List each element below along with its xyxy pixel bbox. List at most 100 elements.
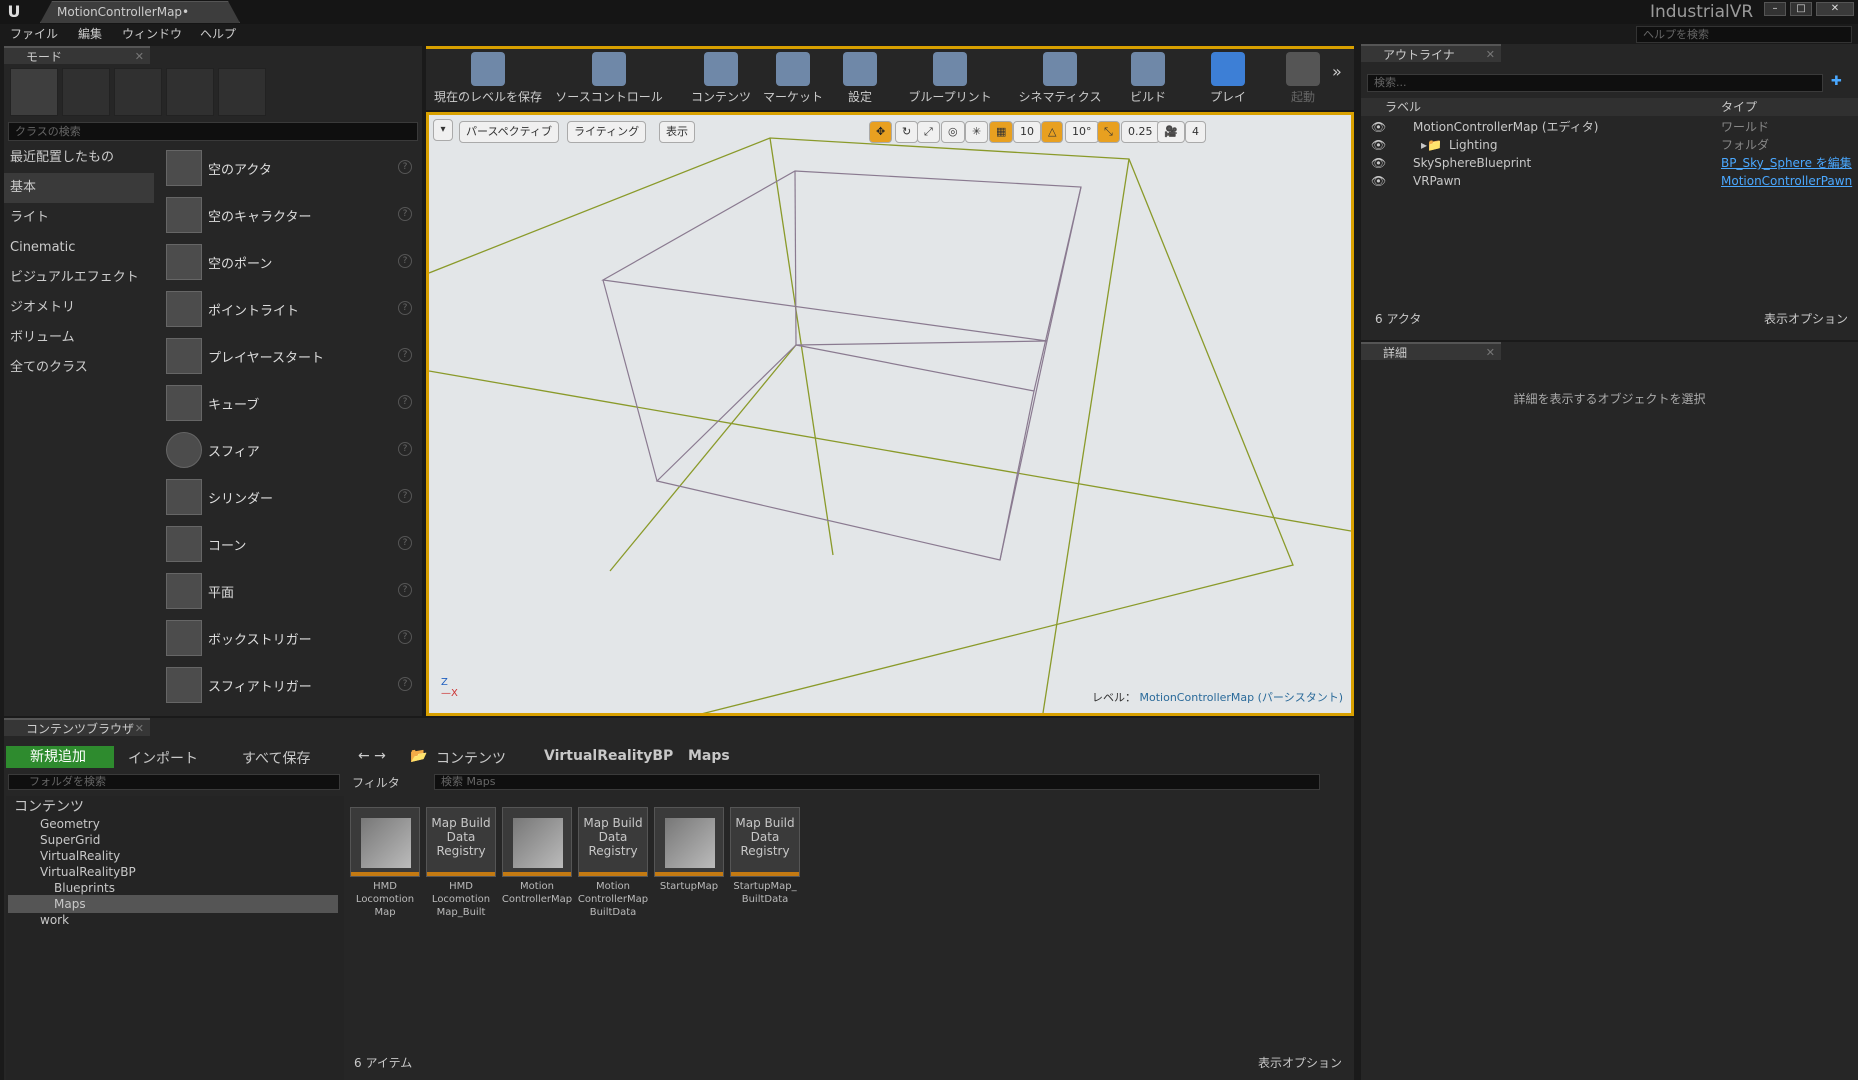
nav-back-forward-icon[interactable]: ← → <box>358 748 386 764</box>
actor-item[interactable]: スフィア? <box>162 428 418 474</box>
actor-item[interactable]: 平面? <box>162 569 418 615</box>
import-button[interactable]: インポート <box>128 748 198 768</box>
surface-snap-icon[interactable]: ✳ <box>965 121 989 143</box>
edit-blueprint-link[interactable]: BP_Sky_Sphere を編集 <box>1721 154 1852 172</box>
filter-button[interactable]: フィルタ <box>352 774 400 791</box>
minimize-icon[interactable]: – <box>1764 2 1786 16</box>
lighting-button[interactable]: ライティング <box>567 121 647 143</box>
help-icon[interactable]: ? <box>398 630 412 644</box>
content-button[interactable]: コンテンツ <box>686 46 756 108</box>
category-lights[interactable]: ライト <box>4 203 154 233</box>
close-tab-icon[interactable]: ✕ <box>1486 344 1495 362</box>
camera-speed-icon[interactable]: 🎥 <box>1157 121 1185 143</box>
tree-item[interactable]: work <box>40 911 69 929</box>
column-type[interactable]: タイプ <box>1721 98 1757 116</box>
actor-item[interactable]: 空のポーン? <box>162 240 418 286</box>
scale-snap-icon[interactable]: ⤡ <box>1097 121 1120 143</box>
help-icon[interactable]: ? <box>398 254 412 268</box>
tree-root[interactable]: コンテンツ <box>14 798 84 816</box>
asset-thumbnail[interactable] <box>654 807 724 877</box>
outliner-search-input[interactable]: 検索... <box>1367 74 1823 92</box>
add-filter-icon[interactable]: ✚ <box>1831 74 1842 89</box>
asset-search-input[interactable]: 検索 Maps <box>434 774 1320 790</box>
category-basic[interactable]: 基本 <box>4 173 154 203</box>
actor-item[interactable]: コーン? <box>162 522 418 568</box>
category-recent[interactable]: 最近配置したもの <box>4 143 154 173</box>
scale-tool-icon[interactable]: ⤢ <box>917 121 940 143</box>
viewport-options-dropdown[interactable]: ▾ <box>433 119 453 141</box>
help-icon[interactable]: ? <box>398 489 412 503</box>
settings-button[interactable]: 設定 <box>834 46 886 108</box>
foliage-mode-icon[interactable] <box>166 68 214 116</box>
pawn-class-link[interactable]: MotionControllerPawn <box>1721 172 1852 190</box>
path-folder[interactable]: VirtualRealityBP <box>544 748 673 764</box>
perspective-button[interactable]: パースペクティブ <box>459 121 560 143</box>
help-icon[interactable]: ? <box>398 583 412 597</box>
rotate-tool-icon[interactable]: ↻ <box>895 121 919 143</box>
actor-item[interactable]: キューブ? <box>162 381 418 427</box>
save-level-button[interactable]: 現在のレベルを保存 <box>430 46 546 108</box>
help-icon[interactable]: ? <box>398 160 412 174</box>
actor-item[interactable]: 空のキャラクター? <box>162 193 418 239</box>
blueprints-button[interactable]: ブループリント <box>900 46 1000 108</box>
menu-edit[interactable]: 編集 <box>78 24 102 44</box>
category-cinematic[interactable]: Cinematic <box>4 233 154 263</box>
camera-speed-value[interactable]: 4 <box>1185 121 1206 143</box>
save-all-button[interactable]: すべて保存 <box>242 748 310 768</box>
place-mode-icon[interactable] <box>10 68 58 116</box>
help-icon[interactable]: ? <box>398 677 412 691</box>
help-search-input[interactable]: ヘルプを検索 <box>1636 26 1852 43</box>
play-button[interactable]: プレイ <box>1200 46 1256 108</box>
add-new-button[interactable]: 新規追加 <box>6 746 114 768</box>
category-all-classes[interactable]: 全てのクラス <box>4 353 154 383</box>
document-tab[interactable]: MotionControllerMap• <box>40 1 240 23</box>
outliner-row[interactable]: 👁 ▸📁 Lighting フォルダ <box>1361 136 1858 154</box>
category-visual-effects[interactable]: ビジュアルエフェクト <box>4 263 154 293</box>
outliner-view-options[interactable]: 表示オプション <box>1764 310 1848 327</box>
help-icon[interactable]: ? <box>398 301 412 315</box>
asset-thumbnail[interactable] <box>502 807 572 877</box>
tab-outliner[interactable]: アウトライナ ✕ <box>1361 44 1501 62</box>
launch-button[interactable]: 起動 <box>1280 46 1326 108</box>
grid-size-value[interactable]: 10 <box>1013 121 1041 143</box>
marketplace-button[interactable]: マーケット <box>758 46 828 108</box>
menu-file[interactable]: ファイル <box>10 24 58 44</box>
toolbar-overflow-icon[interactable]: » <box>1332 62 1342 81</box>
actor-item[interactable]: プレイヤースタート? <box>162 334 418 380</box>
outliner-row[interactable]: 👁 SkySphereBlueprint BP_Sky_Sphere を編集 <box>1361 154 1858 172</box>
translate-tool-icon[interactable]: ✥ <box>869 121 893 143</box>
help-icon[interactable]: ? <box>398 207 412 221</box>
visibility-eye-icon[interactable]: 👁 <box>1371 118 1386 136</box>
maximize-icon[interactable]: □ <box>1790 2 1812 16</box>
category-geometry[interactable]: ジオメトリ <box>4 293 154 323</box>
path-root[interactable]: コンテンツ <box>436 748 506 768</box>
folder-search-input[interactable]: フォルダを検索 <box>8 774 340 790</box>
help-icon[interactable]: ? <box>398 442 412 456</box>
close-icon[interactable]: ✕ <box>1816 2 1854 16</box>
rotation-snap-value[interactable]: 10° <box>1065 121 1099 143</box>
close-tab-icon[interactable]: ✕ <box>135 720 144 738</box>
menu-help[interactable]: ヘルプ <box>200 24 236 44</box>
tab-content-browser[interactable]: コンテンツブラウザ ✕ <box>4 718 150 736</box>
column-label[interactable]: ラベル <box>1385 98 1421 116</box>
outliner-row[interactable]: 👁 MotionControllerMap (エディタ) ワールド <box>1361 118 1858 136</box>
rotation-snap-icon[interactable]: △ <box>1041 121 1064 143</box>
asset-thumbnail[interactable]: Map Build Data Registry <box>426 807 496 877</box>
visibility-eye-icon[interactable]: 👁 <box>1371 154 1386 172</box>
visibility-eye-icon[interactable]: 👁 <box>1371 136 1386 154</box>
asset-thumbnail[interactable]: Map Build Data Registry <box>578 807 648 877</box>
class-search-input[interactable]: クラスの検索 <box>8 122 418 141</box>
menu-window[interactable]: ウィンドウ <box>122 24 182 44</box>
level-viewport[interactable]: ▾ パースペクティブ ライティング 表示 ✥ ↻ ⤢ ◎ ✳ ▦ 10 △ 10… <box>426 112 1354 716</box>
outliner-row[interactable]: 👁 VRPawn MotionControllerPawn <box>1361 172 1858 190</box>
help-icon[interactable]: ? <box>398 348 412 362</box>
actor-item[interactable]: 空のアクタ? <box>162 146 418 192</box>
content-view-options[interactable]: 表示オプション <box>1258 1054 1342 1071</box>
actor-item[interactable]: ポイントライト? <box>162 287 418 333</box>
geometry-mode-icon[interactable] <box>218 68 266 116</box>
help-icon[interactable]: ? <box>398 536 412 550</box>
cinematics-button[interactable]: シネマティクス <box>1010 46 1110 108</box>
grid-snap-icon[interactable]: ▦ <box>989 121 1014 143</box>
source-control-button[interactable]: ソースコントロール <box>550 46 668 108</box>
landscape-mode-icon[interactable] <box>114 68 162 116</box>
